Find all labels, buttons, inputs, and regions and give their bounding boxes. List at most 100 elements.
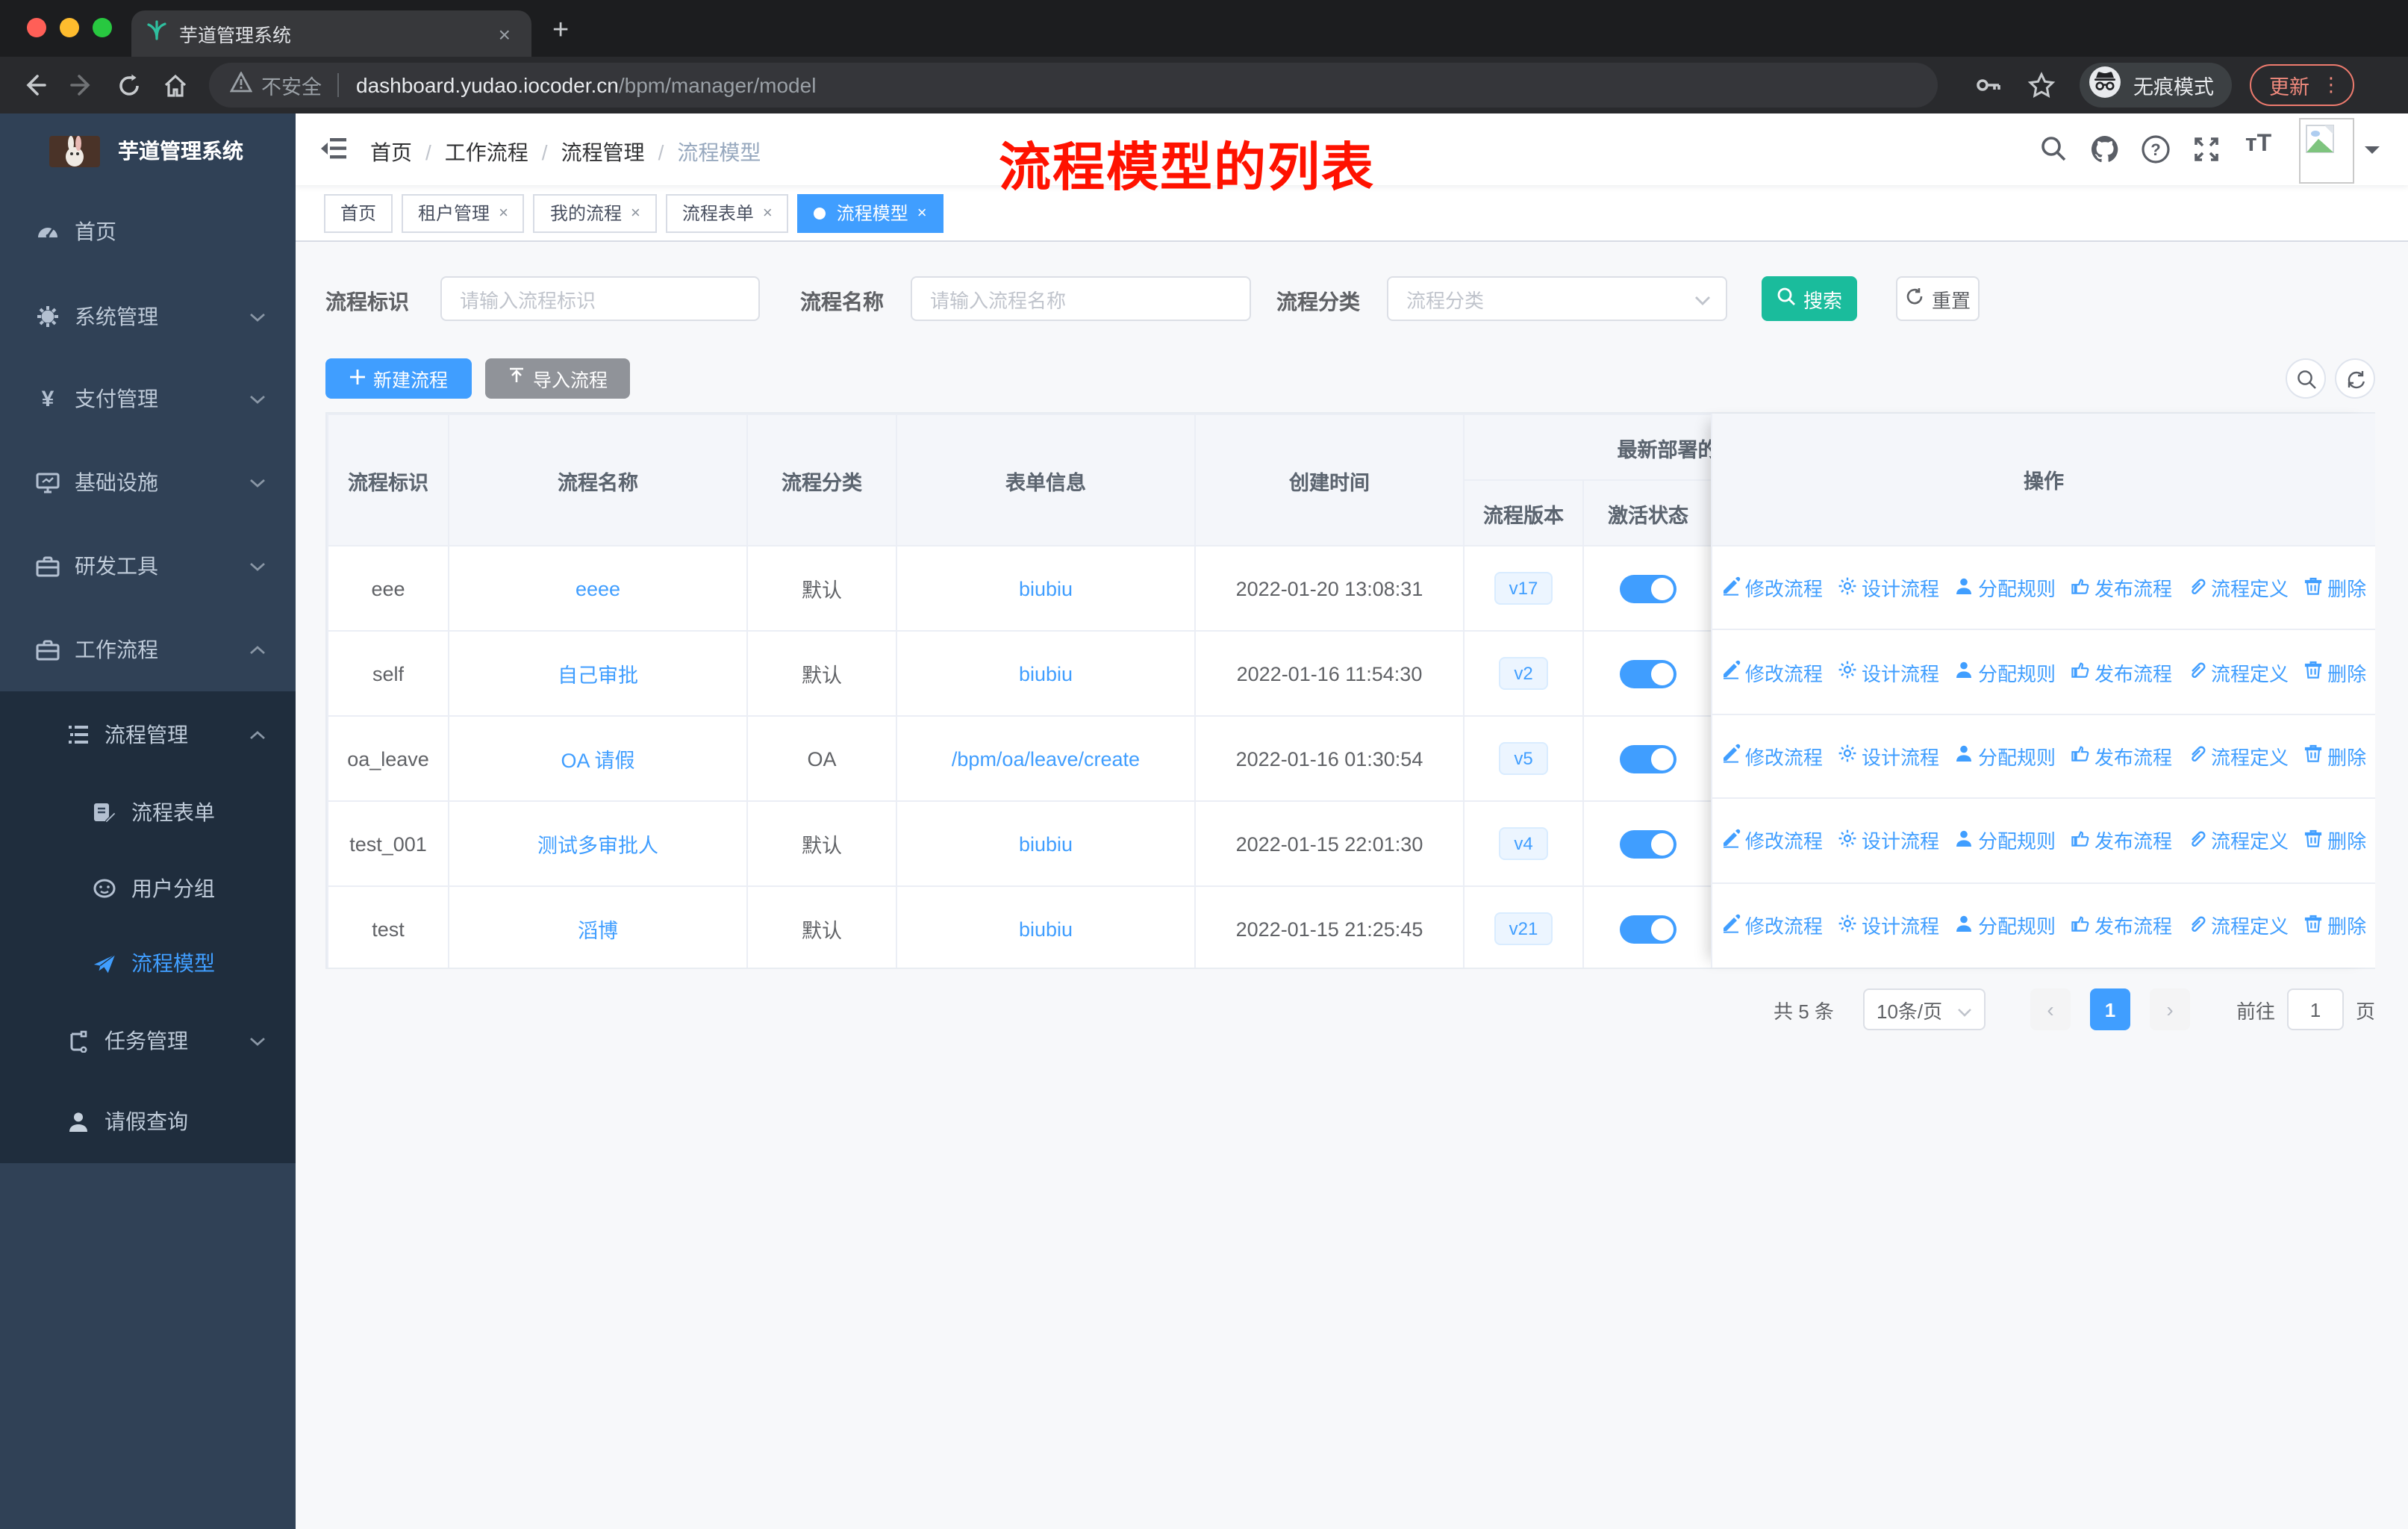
form-link[interactable]: biubiu bbox=[1019, 832, 1073, 855]
breadcrumb-process-management[interactable]: 流程管理 bbox=[561, 140, 645, 164]
form-link[interactable]: biubiu bbox=[1019, 577, 1073, 600]
reset-button[interactable]: 重置 bbox=[1896, 276, 1980, 321]
tag-close-icon[interactable]: × bbox=[631, 204, 640, 222]
version-badge[interactable]: v5 bbox=[1499, 742, 1548, 775]
design-process-link[interactable]: 设计流程 bbox=[1838, 573, 1939, 602]
edit-process-link[interactable]: 修改流程 bbox=[1721, 573, 1823, 602]
process-key-input[interactable]: 请输入流程标识 bbox=[440, 276, 760, 321]
sidebar-item-infrastructure[interactable]: 基础设施 bbox=[0, 452, 296, 512]
assign-rule-link[interactable]: 分配规则 bbox=[1954, 573, 2056, 602]
sidebar-item-process-management[interactable]: 流程管理 bbox=[0, 705, 296, 764]
version-badge[interactable]: v21 bbox=[1494, 912, 1553, 945]
version-badge[interactable]: v2 bbox=[1499, 657, 1548, 690]
sidebar-item-leave-query[interactable]: 请假查询 bbox=[0, 1092, 296, 1151]
active-toggle[interactable] bbox=[1620, 915, 1676, 943]
current-page-button[interactable]: 1 bbox=[2090, 988, 2130, 1030]
create-process-button[interactable]: 新建流程 bbox=[325, 358, 472, 399]
publish-process-link[interactable]: 发布流程 bbox=[2071, 826, 2172, 855]
tag-home[interactable]: 首页 bbox=[324, 193, 393, 232]
address-bar[interactable]: 不安全 dashboard.yudao.iocoder.cn/bpm/manag… bbox=[209, 63, 1938, 108]
model-name-link[interactable]: 滔博 bbox=[578, 920, 618, 942]
tag-process-form[interactable]: 流程表单 × bbox=[665, 193, 789, 232]
publish-process-link[interactable]: 发布流程 bbox=[2071, 912, 2172, 940]
design-process-link[interactable]: 设计流程 bbox=[1838, 742, 1939, 770]
delete-link[interactable]: 删除 bbox=[2303, 826, 2366, 855]
delete-link[interactable]: 删除 bbox=[2303, 912, 2366, 940]
avatar[interactable] bbox=[2299, 118, 2354, 184]
github-icon[interactable] bbox=[2090, 134, 2120, 172]
assign-rule-link[interactable]: 分配规则 bbox=[1954, 912, 2056, 940]
process-category-select[interactable]: 流程分类 bbox=[1387, 276, 1727, 321]
sidebar-item-task-management[interactable]: 任务管理 bbox=[0, 1011, 296, 1071]
import-process-button[interactable]: 导入流程 bbox=[485, 358, 630, 399]
help-icon[interactable]: ? bbox=[2141, 134, 2171, 172]
breadcrumb-workflow[interactable]: 工作流程 bbox=[445, 140, 528, 164]
sidebar-item-workflow[interactable]: 工作流程 bbox=[0, 620, 296, 679]
app-logo[interactable]: 芋道管理系统 bbox=[0, 113, 296, 188]
sidebar-item-process-form[interactable]: 流程表单 bbox=[0, 782, 296, 842]
active-toggle[interactable] bbox=[1620, 744, 1676, 773]
model-name-link[interactable]: 测试多审批人 bbox=[537, 835, 658, 857]
bookmark-star-icon[interactable] bbox=[2027, 71, 2056, 99]
browser-tab[interactable]: 芋道管理系统 × bbox=[131, 10, 531, 57]
design-process-link[interactable]: 设计流程 bbox=[1838, 826, 1939, 855]
active-toggle[interactable] bbox=[1620, 659, 1676, 688]
sidebar-item-process-model[interactable]: 流程模型 bbox=[0, 933, 296, 993]
form-link[interactable]: biubiu bbox=[1019, 662, 1073, 685]
tag-my-process[interactable]: 我的流程 × bbox=[533, 193, 657, 232]
design-process-link[interactable]: 设计流程 bbox=[1838, 912, 1939, 940]
tag-close-icon[interactable]: × bbox=[917, 204, 927, 222]
key-icon[interactable] bbox=[1974, 70, 2003, 100]
edit-process-link[interactable]: 修改流程 bbox=[1721, 658, 1823, 686]
tag-tenant[interactable]: 租户管理 × bbox=[402, 193, 525, 232]
avatar-caret-icon[interactable] bbox=[2365, 146, 2380, 161]
sidebar-item-devtools[interactable]: 研发工具 bbox=[0, 536, 296, 596]
toggle-search-icon[interactable] bbox=[2286, 358, 2326, 399]
edit-process-link[interactable]: 修改流程 bbox=[1721, 826, 1823, 855]
browser-menu-button[interactable]: 更新 ⋮ bbox=[2250, 64, 2354, 106]
delete-link[interactable]: 删除 bbox=[2303, 658, 2366, 686]
forward-icon[interactable] bbox=[69, 72, 96, 99]
prev-page-button[interactable]: ‹ bbox=[2030, 988, 2071, 1030]
next-page-button[interactable]: › bbox=[2150, 988, 2190, 1030]
tag-process-model[interactable]: 流程模型 × bbox=[797, 193, 943, 232]
sidebar-item-user-group[interactable]: 用户分组 bbox=[0, 859, 296, 918]
home-icon[interactable] bbox=[163, 72, 188, 98]
active-toggle[interactable] bbox=[1620, 574, 1676, 602]
sidebar-item-system[interactable]: 系统管理 bbox=[0, 287, 296, 346]
new-tab-button[interactable]: + bbox=[552, 15, 569, 48]
sidebar-collapse-icon[interactable] bbox=[319, 136, 348, 169]
fullscreen-icon[interactable] bbox=[2192, 134, 2221, 172]
publish-process-link[interactable]: 发布流程 bbox=[2071, 573, 2172, 602]
version-badge[interactable]: v4 bbox=[1499, 827, 1548, 860]
edit-process-link[interactable]: 修改流程 bbox=[1721, 912, 1823, 940]
process-definition-link[interactable]: 流程定义 bbox=[2187, 912, 2289, 940]
assign-rule-link[interactable]: 分配规则 bbox=[1954, 658, 2056, 686]
breadcrumb-home[interactable]: 首页 bbox=[370, 140, 412, 164]
edit-process-link[interactable]: 修改流程 bbox=[1721, 742, 1823, 770]
zoom-window-button[interactable] bbox=[93, 18, 112, 37]
assign-rule-link[interactable]: 分配规则 bbox=[1954, 826, 2056, 855]
process-name-input[interactable]: 请输入流程名称 bbox=[911, 276, 1251, 321]
page-size-select[interactable]: 10条/页 bbox=[1863, 988, 1986, 1030]
search-icon[interactable] bbox=[2039, 134, 2068, 170]
model-name-link[interactable]: OA 请假 bbox=[561, 750, 634, 772]
assign-rule-link[interactable]: 分配规则 bbox=[1954, 742, 2056, 770]
back-icon[interactable] bbox=[21, 72, 48, 99]
font-size-icon[interactable]: ᴛT bbox=[2245, 131, 2271, 158]
goto-page-input[interactable] bbox=[2287, 988, 2344, 1030]
tab-close-icon[interactable]: × bbox=[493, 22, 517, 46]
sidebar-item-home[interactable]: 首页 bbox=[0, 202, 296, 261]
process-definition-link[interactable]: 流程定义 bbox=[2187, 826, 2289, 855]
reload-icon[interactable] bbox=[116, 72, 142, 98]
tag-close-icon[interactable]: × bbox=[499, 204, 508, 222]
version-badge[interactable]: v17 bbox=[1494, 572, 1553, 605]
close-window-button[interactable] bbox=[27, 18, 46, 37]
design-process-link[interactable]: 设计流程 bbox=[1838, 658, 1939, 686]
tag-close-icon[interactable]: × bbox=[763, 204, 773, 222]
process-definition-link[interactable]: 流程定义 bbox=[2187, 573, 2289, 602]
form-link[interactable]: biubiu bbox=[1019, 918, 1073, 940]
search-button[interactable]: 搜索 bbox=[1762, 276, 1857, 321]
model-name-link[interactable]: 自己审批 bbox=[558, 664, 638, 687]
active-toggle[interactable] bbox=[1620, 829, 1676, 858]
